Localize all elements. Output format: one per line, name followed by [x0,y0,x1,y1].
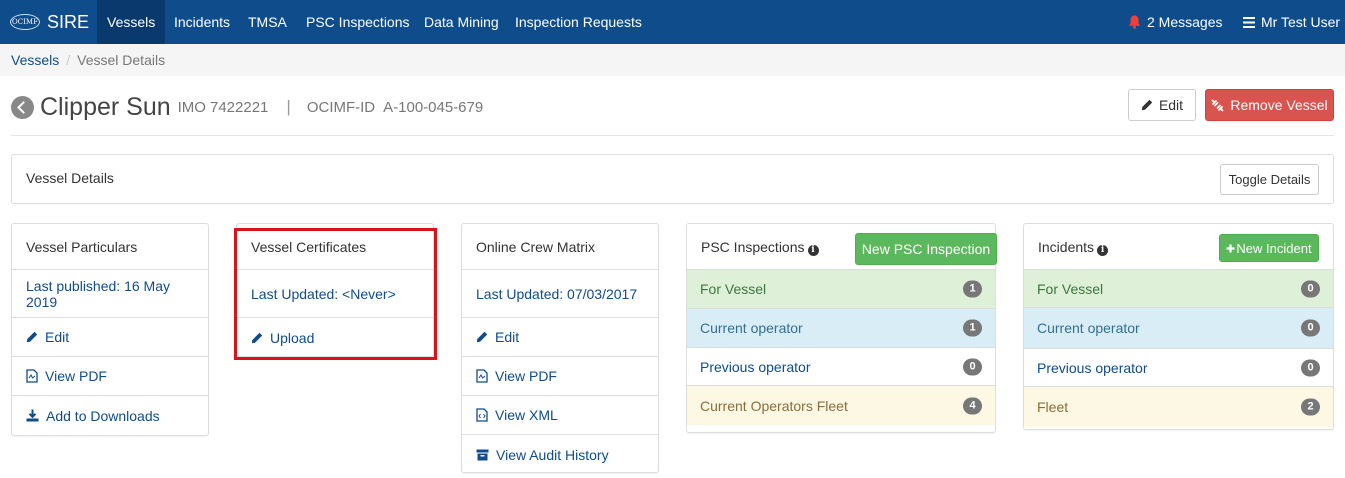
incidents-row-current-operator[interactable]: Current operator 0 [1024,308,1333,349]
breadcrumb-current: Vessel Details [77,52,166,68]
crew-edit-link[interactable]: Edit [462,318,658,357]
crew-view-pdf-link[interactable]: View PDF [462,357,658,396]
header-separator: | [286,97,291,116]
view-xml-label: View XML [495,407,558,423]
menu-icon [1243,16,1255,28]
edit-label: Edit [495,329,520,345]
psc-row-label: Current operator [700,320,803,336]
pdf-file-icon [26,369,38,383]
ocimf-id-value: A-100-045-679 [383,98,484,116]
particulars-edit-link[interactable]: Edit [12,318,208,357]
back-arrow-icon[interactable] [11,95,34,119]
imo-number: 7422221 [209,98,269,116]
psc-row-current-operator[interactable]: Current operator 1 [687,309,995,348]
ocimf-logo: OCIMF [10,14,40,30]
add-to-downloads-label: Add to Downloads [46,407,160,424]
brand[interactable]: OCIMF SIRE [10,0,89,44]
count-badge: 1 [963,280,982,298]
divider [11,135,1334,136]
new-incident-label: New Incident [1236,240,1312,256]
messages-label: 2 Messages [1147,14,1223,30]
info-icon[interactable]: i [1097,245,1109,256]
count-badge: 2 [1301,398,1320,416]
incidents-title: Incidents [1038,239,1095,255]
psc-title: PSC Inspections [701,239,805,255]
vessel-particulars-title: Vessel Particulars [12,224,208,270]
psc-row-label: Current Operators Fleet [700,397,848,414]
nav-psc-inspections[interactable]: PSC Inspections [296,0,420,44]
particulars-view-pdf-link[interactable]: View PDF [12,357,208,396]
incident-row-label: Fleet [1037,399,1069,415]
vessel-details-panel: Vessel Details Toggle Details [11,154,1334,204]
pdf-file-icon [476,369,488,383]
breadcrumb-separator: / [66,52,71,68]
incident-row-label: Current operator [1037,320,1140,336]
psc-row-current-operators-fleet[interactable]: Current Operators Fleet 4 [687,386,995,425]
count-badge: 4 [963,397,982,414]
nav-inspection-requests[interactable]: Inspection Requests [505,0,652,44]
view-pdf-label: View PDF [495,368,557,384]
plus-icon [1226,244,1235,252]
incidents-row-for-vessel[interactable]: For Vessel 0 [1024,270,1333,308]
psc-row-previous-operator[interactable]: Previous operator 0 [687,348,995,386]
view-pdf-label: View PDF [45,368,107,384]
count-badge: 0 [1301,359,1320,376]
edit-vessel-button[interactable]: Edit [1128,89,1196,121]
incidents-row-fleet[interactable]: Fleet 2 [1024,387,1333,427]
messages-link[interactable]: 2 Messages [1128,0,1222,44]
crew-matrix-panel: Online Crew Matrix Last Updated: 07/03/2… [461,223,659,473]
top-navbar: OCIMF SIRE Vessels Incidents TMSA PSC In… [0,0,1345,44]
pencil-icon [476,331,488,343]
psc-row-label: For Vessel [700,281,767,297]
bell-icon [1128,15,1141,29]
crew-view-xml-link[interactable]: View XML [462,396,658,435]
nav-data-mining[interactable]: Data Mining [414,0,509,44]
crew-last-updated: Last Updated: 07/03/2017 [462,270,658,318]
toggle-details-button[interactable]: Toggle Details [1220,164,1319,195]
info-icon[interactable]: i [807,245,819,256]
incidents-row-previous-operator[interactable]: Previous operator 0 [1024,349,1333,387]
count-badge: 0 [963,358,982,375]
edit-label: Edit [1158,97,1184,113]
download-icon [26,409,39,422]
remove-label: Remove Vessel [1230,97,1328,113]
crew-matrix-title: Online Crew Matrix [462,224,658,270]
vessel-details-title: Vessel Details [26,170,114,186]
incident-row-label: Previous operator [1037,359,1148,376]
unlink-icon [1211,99,1224,111]
incident-row-label: For Vessel [1037,280,1104,297]
new-incident-button[interactable]: New Incident [1219,234,1319,262]
crew-view-audit-history-link[interactable]: View Audit History [462,435,658,474]
nav-tmsa[interactable]: TMSA [238,0,297,44]
archive-icon [476,449,489,460]
particulars-last-published: Last published: 16 May 2019 [12,270,208,318]
nav-vessels[interactable]: Vessels [97,0,166,44]
imo-label: IMO [177,98,206,116]
psc-row-for-vessel[interactable]: For Vessel 1 [687,270,995,309]
code-file-icon [476,408,488,422]
user-menu[interactable]: Mr Test User [1243,0,1340,44]
particulars-add-to-downloads-link[interactable]: Add to Downloads [12,396,208,435]
vessel-name: Clipper Sun [40,92,171,121]
edit-label: Edit [45,329,70,345]
breadcrumb-vessels[interactable]: Vessels [11,52,59,68]
pencil-icon [26,331,38,343]
ocimf-id-label: OCIMF-ID [306,98,376,116]
pencil-icon [1141,99,1153,111]
count-badge: 0 [1301,280,1320,297]
new-psc-inspection-button[interactable]: New PSC Inspection [855,233,997,265]
view-audit-history-label: View Audit History [496,446,609,463]
brand-name: SIRE [47,11,90,32]
vessel-header: Clipper Sun IMO 7422221 | OCIMF-ID A-100… [11,90,483,124]
count-badge: 1 [963,319,982,337]
user-name: Mr Test User [1261,14,1341,30]
highlight-box [234,228,437,360]
nav-incidents[interactable]: Incidents [164,0,240,44]
count-badge: 0 [1301,319,1320,337]
remove-vessel-button[interactable]: Remove Vessel [1205,89,1334,121]
breadcrumb: Vessels / Vessel Details [0,44,1345,76]
psc-row-label: Previous operator [700,358,811,375]
vessel-particulars-panel: Vessel Particulars Last published: 16 Ma… [11,223,209,436]
